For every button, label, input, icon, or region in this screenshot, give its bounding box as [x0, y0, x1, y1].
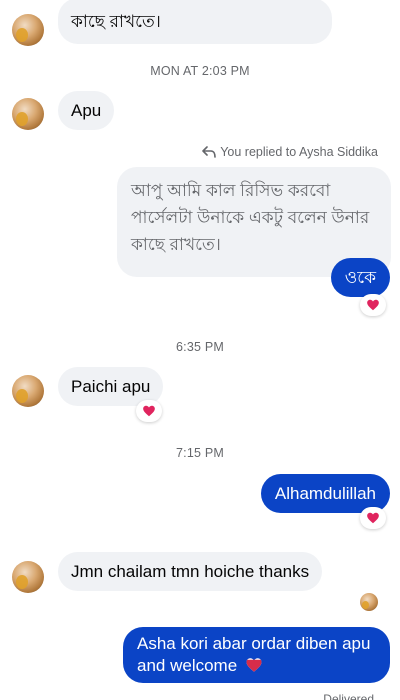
- incoming-message[interactable]: Jmn chailam tmn hoiche thanks: [58, 552, 323, 591]
- quoted-line: আপু আমি কাল রিসিভ করবো: [131, 181, 331, 200]
- reply-note-text: You replied to Aysha Siddika: [220, 145, 378, 159]
- message-reaction[interactable]: [360, 507, 386, 529]
- heart-icon: [143, 405, 155, 417]
- message-text: কাছে রাখতে।: [71, 12, 161, 31]
- incoming-message[interactable]: Apu: [58, 91, 115, 130]
- read-receipt-avatar: [360, 593, 378, 611]
- message-text: Alhamdulillah: [274, 484, 376, 503]
- quoted-line: পার্সেলটা উনাকে একটু বলেন উনার: [131, 208, 370, 227]
- message-text: ওকে: [344, 268, 376, 287]
- message-text: and welcome: [137, 656, 238, 675]
- timestamp: MON AT 2:03 PM: [150, 64, 250, 78]
- reply-note: You replied to Aysha Siddika: [202, 145, 378, 159]
- message-line: Asha kori abar ordar diben apu: [137, 634, 371, 653]
- message-text: Paichi apu: [71, 377, 151, 396]
- message-reaction[interactable]: [360, 294, 386, 316]
- message-reaction[interactable]: [136, 400, 162, 422]
- heart-icon: [246, 658, 262, 672]
- delivered-status: Delivered: [323, 692, 374, 700]
- outgoing-message[interactable]: Asha kori abar ordar diben apu and welco…: [123, 627, 390, 683]
- message-text: Jmn chailam tmn hoiche thanks: [71, 562, 310, 581]
- message-line: and welcome: [137, 655, 376, 677]
- contact-avatar[interactable]: [12, 561, 44, 593]
- contact-avatar[interactable]: [12, 375, 44, 407]
- timestamp: 7:15 PM: [176, 446, 224, 460]
- heart-icon: [367, 299, 379, 311]
- timestamp: 6:35 PM: [176, 340, 224, 354]
- contact-avatar[interactable]: [12, 98, 44, 130]
- heart-icon: [367, 512, 379, 524]
- contact-avatar[interactable]: [12, 14, 44, 46]
- message-text: Apu: [71, 101, 102, 120]
- chat-thread: কাছে রাখতে। MON AT 2:03 PM Apu You repli…: [0, 0, 400, 700]
- reply-arrow-icon: [202, 146, 217, 158]
- outgoing-message[interactable]: ওকে: [330, 258, 390, 297]
- quoted-line: কাছে রাখতে।: [131, 235, 221, 254]
- incoming-message[interactable]: কাছে রাখতে।: [58, 0, 332, 44]
